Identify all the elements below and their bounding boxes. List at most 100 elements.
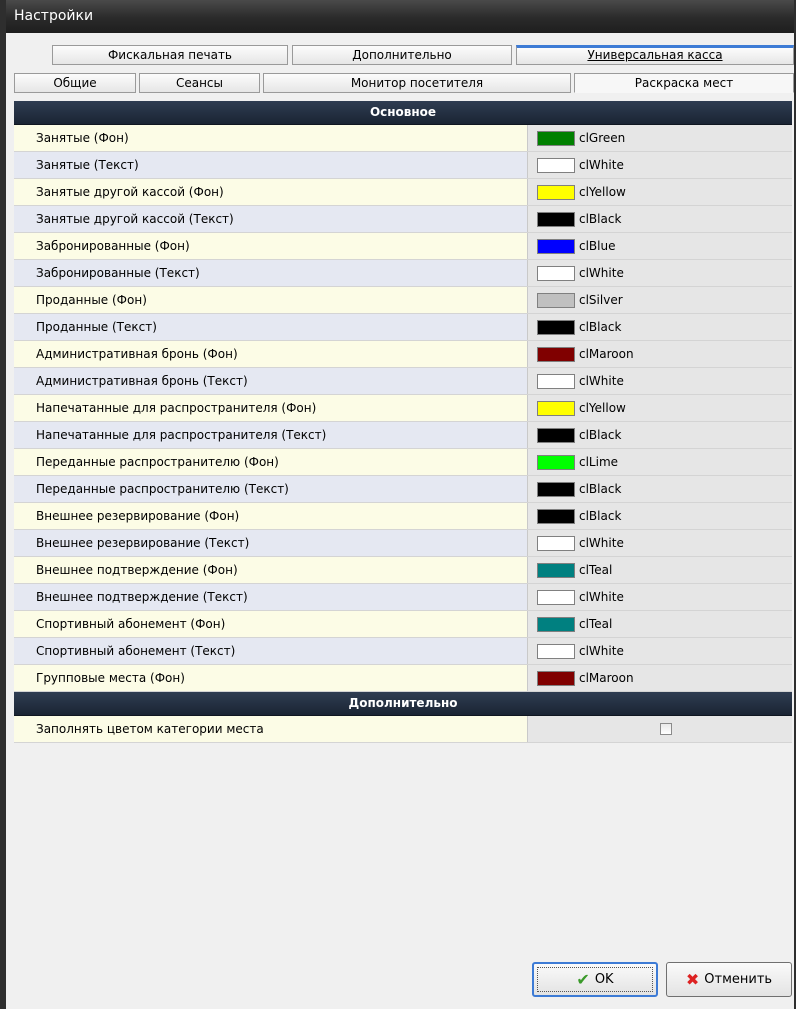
color-value-cell[interactable]: clBlack [528, 422, 792, 448]
property-row: Занятые (Фон) clGreen [14, 125, 792, 152]
property-label: Спортивный абонемент (Фон) [14, 611, 528, 637]
color-name: clWhite [579, 158, 624, 172]
color-value-cell[interactable]: clWhite [528, 260, 792, 286]
property-label: Переданные распространителю (Фон) [14, 449, 528, 475]
property-label: Занятые другой кассой (Фон) [14, 179, 528, 205]
color-value-cell[interactable]: clWhite [528, 584, 792, 610]
property-row: Занятые другой кассой (Текст) clBlack [14, 206, 792, 233]
color-swatch [537, 616, 575, 632]
property-label: Забронированные (Текст) [14, 260, 528, 286]
property-label: Проданные (Текст) [14, 314, 528, 340]
property-label: Спортивный абонемент (Текст) [14, 638, 528, 664]
property-label: Напечатанные для распространителя (Текст… [14, 422, 528, 448]
color-value-cell[interactable]: clLime [528, 449, 792, 475]
property-grid: Основное Занятые (Фон) clGreen Занятые (Те… [14, 101, 792, 743]
color-name: clWhite [579, 374, 624, 388]
color-name: clYellow [579, 401, 626, 415]
property-row: Внешнее подтверждение (Текст) clWhite [14, 584, 792, 611]
color-name: clTeal [579, 563, 613, 577]
color-swatch [537, 454, 575, 470]
color-swatch [537, 535, 575, 551]
color-swatch [537, 670, 575, 686]
property-row: Занятые (Текст) clWhite [14, 152, 792, 179]
property-row: Внешнее резервирование (Текст) clWhite [14, 530, 792, 557]
color-swatch [537, 508, 575, 524]
color-name: clWhite [579, 266, 624, 280]
color-value-cell[interactable]: clBlack [528, 206, 792, 232]
color-value-cell[interactable]: clBlack [528, 314, 792, 340]
color-swatch [537, 346, 575, 362]
section-header-main: Основное [14, 101, 792, 125]
property-row: Спортивный абонемент (Текст) clWhite [14, 638, 792, 665]
cancel-button[interactable]: ✖ Отменить [666, 962, 792, 997]
color-value-cell[interactable]: clBlue [528, 233, 792, 259]
property-row: Групповые места (Фон) clMaroon [14, 665, 792, 692]
property-label: Занятые (Текст) [14, 152, 528, 178]
property-label: Занятые (Фон) [14, 125, 528, 151]
property-label: Внешнее резервирование (Текст) [14, 530, 528, 556]
color-swatch [537, 211, 575, 227]
color-value-cell[interactable]: clTeal [528, 611, 792, 637]
color-name: clWhite [579, 536, 624, 550]
color-swatch [537, 427, 575, 443]
color-value-cell[interactable]: clBlack [528, 503, 792, 529]
property-label: Занятые другой кассой (Текст) [14, 206, 528, 232]
color-value-cell[interactable]: clYellow [528, 395, 792, 421]
color-name: clMaroon [579, 347, 634, 361]
color-name: clBlack [579, 428, 622, 442]
tab-fiscal-print[interactable]: Фискальная печать [52, 45, 288, 65]
property-label: Внешнее подтверждение (Текст) [14, 584, 528, 610]
tab-additional[interactable]: Дополнительно [292, 45, 512, 65]
settings-window: Настройки Фискальная печать Дополнительн… [0, 0, 796, 1009]
property-row: Спортивный абонемент (Фон) clTeal [14, 611, 792, 638]
color-name: clGreen [579, 131, 626, 145]
color-name: clTeal [579, 617, 613, 631]
color-name: clWhite [579, 644, 624, 658]
color-name: clYellow [579, 185, 626, 199]
color-value-cell[interactable]: clBlack [528, 476, 792, 502]
ok-button[interactable]: ✔ OK [532, 962, 658, 997]
color-value-cell[interactable]: clYellow [528, 179, 792, 205]
extra-row-label: Заполнять цветом категории места [14, 716, 528, 742]
tab-visitor-monitor[interactable]: Монитор посетителя [263, 73, 571, 93]
color-name: clLime [579, 455, 619, 469]
property-row: Внешнее резервирование (Фон) clBlack [14, 503, 792, 530]
property-row: Занятые другой кассой (Фон) clYellow [14, 179, 792, 206]
color-value-cell[interactable]: clWhite [528, 530, 792, 556]
color-swatch [537, 373, 575, 389]
focus-rectangle [537, 967, 653, 992]
color-name: clBlack [579, 212, 622, 226]
color-value-cell[interactable]: clWhite [528, 368, 792, 394]
color-value-cell[interactable]: clMaroon [528, 341, 792, 367]
color-swatch [537, 481, 575, 497]
color-swatch [537, 292, 575, 308]
tab-general[interactable]: Общие [14, 73, 136, 93]
tab-sessions[interactable]: Сеансы [139, 73, 260, 93]
color-swatch [537, 184, 575, 200]
color-value-cell[interactable]: clSilver [528, 287, 792, 313]
tab-universal-cashier[interactable]: Универсальная касса [516, 45, 794, 65]
extra-row-value [528, 716, 792, 742]
color-value-cell[interactable]: clWhite [528, 638, 792, 664]
property-row: Переданные распространителю (Текст) clBla… [14, 476, 792, 503]
section-header-extra: Дополнительно [14, 692, 792, 716]
color-value-cell[interactable]: clMaroon [528, 665, 792, 691]
rows-main: Занятые (Фон) clGreen Занятые (Текст) clWhi… [14, 125, 792, 692]
color-value-cell[interactable]: clTeal [528, 557, 792, 583]
color-value-cell[interactable]: clWhite [528, 152, 792, 178]
tab-universal-cashier-label: Универсальная касса [587, 48, 723, 62]
property-row: Забронированные (Фон) clBlue [14, 233, 792, 260]
property-row: Напечатанные для распространителя (Текст… [14, 422, 792, 449]
color-value-cell[interactable]: clGreen [528, 125, 792, 151]
color-name: clSilver [579, 293, 623, 307]
property-row: Проданные (Текст) clBlack [14, 314, 792, 341]
tab-seat-coloring[interactable]: Раскраска мест [574, 73, 794, 93]
color-name: clBlack [579, 320, 622, 334]
fill-category-color-checkbox[interactable] [660, 723, 672, 735]
color-swatch [537, 589, 575, 605]
property-label: Проданные (Фон) [14, 287, 528, 313]
property-label: Переданные распространителю (Текст) [14, 476, 528, 502]
property-row: Переданные распространителю (Фон) clLime [14, 449, 792, 476]
extra-row: Заполнять цветом категории места [14, 716, 792, 743]
tab-row-top: Фискальная печать Дополнительно Универса… [6, 45, 794, 65]
